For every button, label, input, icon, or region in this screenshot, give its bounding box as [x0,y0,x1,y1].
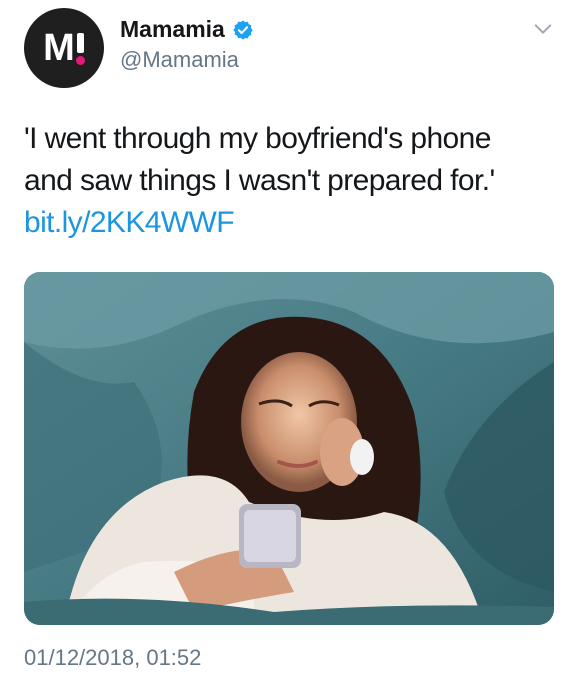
tweet-text-line: and saw things I wasn't prepared for.' [24,164,495,197]
author-name-row[interactable]: Mamamia [120,16,254,43]
tweet-media-image[interactable] [24,272,554,625]
tweet-link[interactable]: bit.ly/2KK4WWF [24,202,554,244]
chevron-down-icon[interactable] [532,18,554,40]
avatar-logo-mark [75,31,85,65]
tweet-text: 'I went through my boyfriend's phone and… [24,118,554,244]
photo-illustration [24,272,554,625]
tweet-timestamp[interactable]: 01/12/2018, 01:52 [24,645,201,671]
avatar-logo-text: M [43,27,75,69]
author-handle[interactable]: @Mamamia [120,47,239,73]
author-display-name[interactable]: Mamamia [120,16,225,43]
avatar[interactable]: M [24,8,104,88]
tweet-text-line: 'I went through my boyfriend's phone [24,122,491,155]
verified-badge-icon [233,19,253,40]
